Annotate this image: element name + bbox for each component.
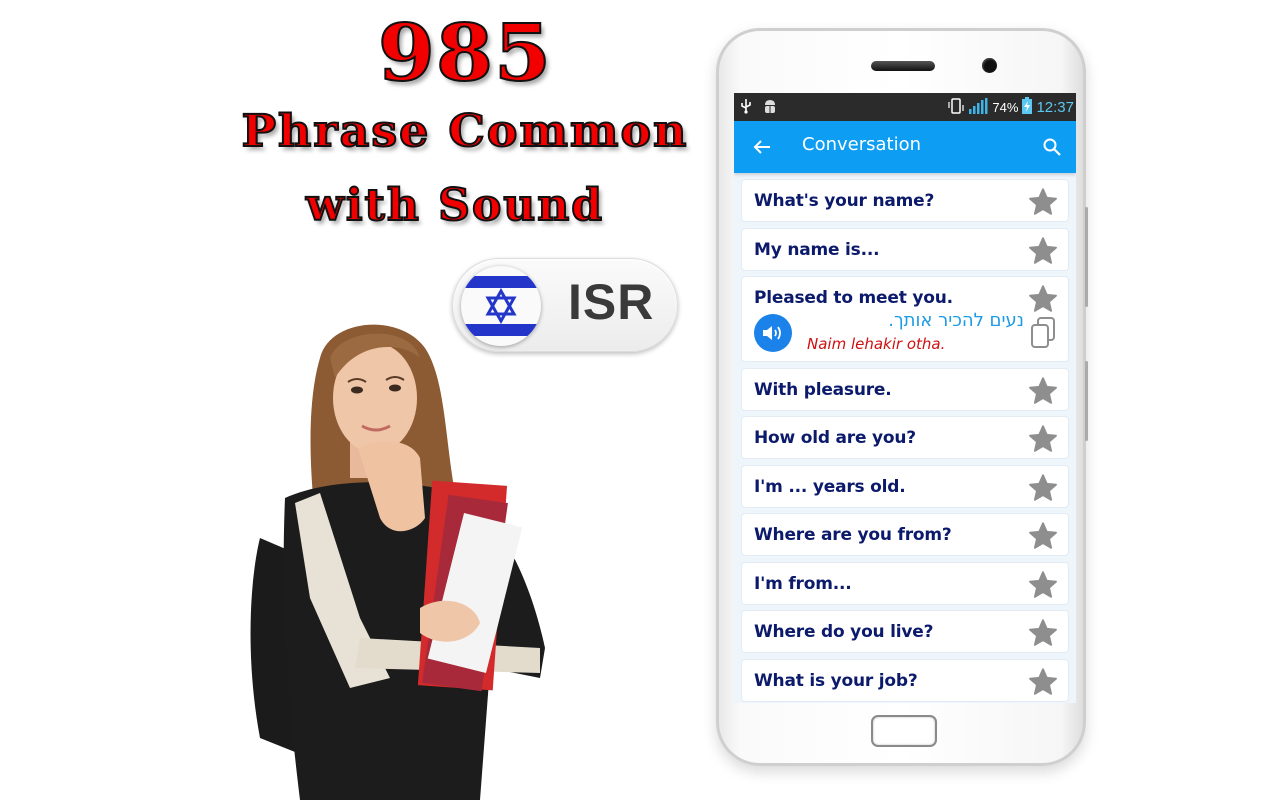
usb-icon [740, 98, 752, 117]
volume-button [1085, 207, 1088, 307]
search-icon [1043, 138, 1061, 156]
play-sound-button[interactable] [754, 314, 792, 352]
phrase-text: Where are you from? [754, 525, 952, 545]
phrase-text: What is your job? [754, 670, 918, 691]
star-icon[interactable] [1028, 473, 1058, 503]
phrase-item[interactable]: With pleasure. [741, 367, 1069, 411]
student-girl-illustration [250, 324, 545, 800]
phrase-item[interactable]: I'm from... [741, 561, 1069, 605]
phrase-item[interactable]: Where are you from? [741, 513, 1069, 556]
app-bar: Conversation [734, 121, 1076, 173]
power-button [1085, 361, 1088, 441]
star-icon[interactable] [1028, 521, 1058, 551]
phrase-text: Pleased to meet you. [754, 288, 953, 308]
phrase-text: How old are you? [754, 428, 916, 448]
phrase-item[interactable]: What is your job? [741, 658, 1069, 702]
search-button[interactable] [1038, 133, 1066, 161]
star-icon[interactable] [1028, 187, 1058, 217]
phrase-text: I'm from... [754, 573, 852, 594]
star-icon[interactable] [1028, 667, 1058, 697]
star-icon[interactable] [1028, 424, 1058, 454]
star-icon[interactable] [1028, 376, 1058, 406]
copy-icon[interactable] [1030, 317, 1056, 349]
back-button[interactable] [748, 133, 776, 161]
phone-camera [982, 58, 997, 73]
status-bar: 74% 12:37 [734, 93, 1076, 121]
status-clock: 12:37 [1036, 98, 1074, 116]
phone-screen: 74% 12:37 Conversation What's your name?… [734, 93, 1076, 703]
phrase-list: What's your name? My name is... Pleased … [734, 173, 1076, 702]
arrow-left-icon [753, 140, 770, 154]
phrase-item[interactable]: I'm ... years old. [741, 464, 1069, 508]
phrase-text: My name is... [754, 239, 880, 260]
phrase-item[interactable]: How old are you? [741, 416, 1069, 459]
android-debug-icon [762, 98, 778, 117]
phone-mockup: 74% 12:37 Conversation What's your name?… [716, 28, 1088, 766]
transliteration: Naim lehakir otha. [807, 335, 946, 353]
star-icon[interactable] [1028, 284, 1058, 314]
phrase-item-expanded[interactable]: Pleased to meet you. נעים להכיר אותך. Nai… [741, 276, 1069, 362]
star-icon[interactable] [1028, 618, 1058, 648]
speaker-icon [763, 326, 781, 340]
app-title: Conversation [802, 134, 922, 155]
home-button[interactable] [871, 715, 937, 747]
star-icon[interactable] [1028, 236, 1058, 266]
signal-icon [968, 97, 988, 117]
battery-percent: 74% [992, 99, 1019, 115]
vibrate-icon [948, 97, 965, 117]
phrase-item[interactable]: Where do you live? [741, 610, 1069, 653]
phrase-item[interactable]: What's your name? [741, 179, 1069, 222]
phrase-text: What's your name? [754, 191, 935, 211]
phrase-text: Where do you live? [754, 622, 934, 642]
star-icon[interactable] [1028, 570, 1058, 600]
phrase-text: With pleasure. [754, 379, 892, 400]
phrase-text: I'm ... years old. [754, 476, 906, 497]
phrase-item[interactable]: My name is... [741, 227, 1069, 271]
hebrew-translation: נעים להכיר אותך. [888, 310, 1024, 331]
promo-title-line2: with Sound [305, 179, 605, 232]
promo-title-line1: Phrase Common [241, 105, 689, 158]
language-code: ISR [568, 274, 655, 330]
promo-count: 985 [377, 7, 553, 100]
battery-charging-icon [1022, 97, 1033, 117]
phone-speaker [871, 61, 935, 71]
